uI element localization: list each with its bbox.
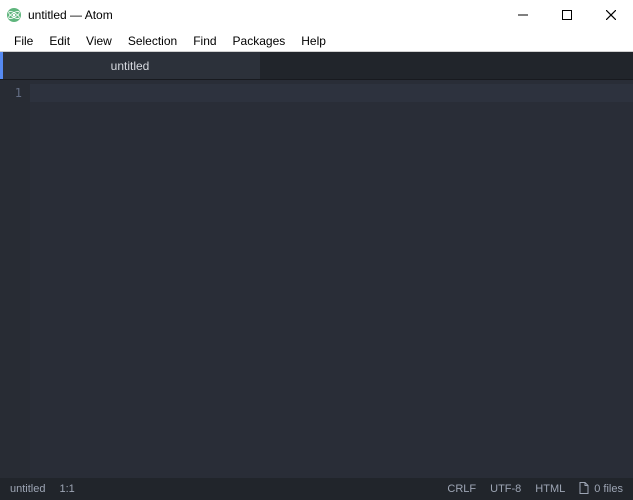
status-encoding[interactable]: UTF-8 [490,483,521,495]
line-number-gutter: 1 [0,80,30,478]
current-line-highlight [30,84,633,102]
menu-find[interactable]: Find [185,32,224,50]
minimize-button[interactable] [501,0,545,30]
menu-view[interactable]: View [78,32,120,50]
maximize-button[interactable] [545,0,589,30]
menu-help[interactable]: Help [293,32,334,50]
editor-content[interactable] [30,80,633,478]
tab-label: untitled [111,59,150,73]
status-git-files-label: 0 files [594,483,623,495]
menu-file[interactable]: File [6,32,41,50]
tab-untitled[interactable]: untitled [0,52,260,79]
status-line-ending[interactable]: CRLF [447,483,476,495]
menu-selection[interactable]: Selection [120,32,185,50]
atom-logo-icon [6,7,22,23]
status-grammar[interactable]: HTML [535,483,565,495]
status-cursor-position[interactable]: 1:1 [59,483,74,495]
window-titlebar: untitled — Atom [0,0,633,30]
close-button[interactable] [589,0,633,30]
status-git-files[interactable]: 0 files [579,482,623,497]
menu-bar: File Edit View Selection Find Packages H… [0,30,633,52]
line-number: 1 [4,84,22,102]
window-title: untitled — Atom [28,8,113,22]
editor-area: 1 [0,80,633,478]
tab-bar: untitled [0,52,633,80]
file-icon [579,482,590,497]
menu-packages[interactable]: Packages [225,32,294,50]
status-bar: untitled 1:1 CRLF UTF-8 HTML 0 files [0,478,633,500]
status-filename[interactable]: untitled [10,483,45,495]
menu-edit[interactable]: Edit [41,32,78,50]
